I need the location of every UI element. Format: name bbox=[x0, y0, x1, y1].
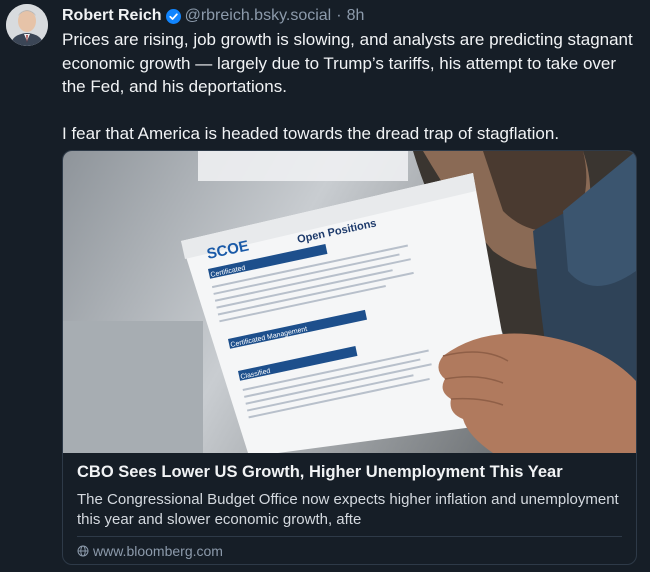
post: Robert Reich @rbreich.bsky.social · 8h P… bbox=[0, 0, 650, 572]
link-preview-description: The Congressional Budget Office now expe… bbox=[77, 491, 619, 528]
globe-icon bbox=[77, 545, 89, 557]
link-preview-image: SCOE Open Positions Certificated Certifi… bbox=[63, 151, 636, 453]
avatar[interactable] bbox=[6, 4, 48, 46]
post-text-paragraph: Prices are rising, job growth is slowing… bbox=[62, 30, 633, 96]
link-preview-title[interactable]: CBO Sees Lower US Growth, Higher Unemplo… bbox=[77, 463, 622, 482]
link-preview-card[interactable]: SCOE Open Positions Certificated Certifi… bbox=[62, 150, 637, 565]
author-name[interactable]: Robert Reich bbox=[62, 7, 162, 25]
link-preview-source[interactable]: www.bloomberg.com bbox=[77, 542, 223, 560]
link-preview-divider bbox=[77, 536, 622, 537]
post-timestamp[interactable]: 8h bbox=[347, 7, 365, 25]
verified-check-icon[interactable] bbox=[165, 8, 181, 24]
post-header: Robert Reich @rbreich.bsky.social · 8h bbox=[62, 6, 364, 26]
avatar-image bbox=[6, 4, 48, 46]
author-handle[interactable]: @rbreich.bsky.social bbox=[185, 7, 332, 25]
post-text: Prices are rising, job growth is slowing… bbox=[62, 28, 642, 146]
post-text-paragraph: I fear that America is headed towards th… bbox=[62, 124, 560, 143]
header-separator: · bbox=[336, 7, 342, 24]
link-preview-domain[interactable]: www.bloomberg.com bbox=[93, 543, 223, 559]
